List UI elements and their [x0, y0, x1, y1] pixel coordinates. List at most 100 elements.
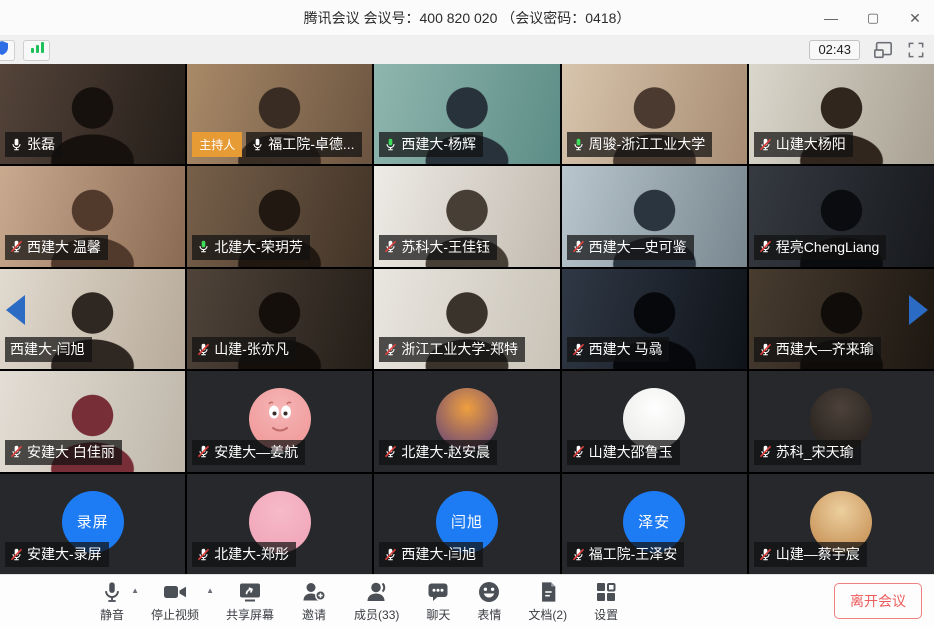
participant-name: 西建大-闫旭 [10, 339, 85, 359]
participant-name: 山建—蔡宇宸 [776, 544, 860, 564]
participant-name: 安建大-录屏 [27, 544, 102, 564]
status-bar: 02:43 [0, 36, 934, 64]
host-badge: 主持人 [192, 132, 242, 157]
mic-muted-icon [759, 138, 772, 151]
video-tile[interactable]: 安建大—姜航 [187, 371, 372, 471]
video-tile[interactable]: 山建大邵鲁玉 [562, 371, 747, 471]
video-tile[interactable]: 北建大-荣玥芳 [187, 166, 372, 266]
participant-name: 北建大-郑彤 [214, 544, 289, 564]
video-grid: 张磊 主持人福工院-卓德... 西建大-杨辉 周骏-浙江工业大学 山建大杨阳西建大 温馨… [0, 64, 934, 574]
mic-muted-icon [197, 548, 210, 561]
video-tile[interactable]: 山建-张亦凡 [187, 269, 372, 369]
video-tile[interactable]: 闫旭西建大-闫旭 [374, 474, 559, 574]
video-tile[interactable]: 程亮ChengLiang [749, 166, 934, 266]
camera-icon [162, 580, 188, 604]
participant-name-label: 西建大-杨辉 [379, 132, 483, 157]
maximize-button[interactable]: ▢ [864, 11, 882, 24]
mic-icon [251, 138, 264, 151]
mic-icon [572, 138, 585, 151]
video-tile[interactable]: 西建大-杨辉 [374, 64, 559, 164]
mic-icon [197, 240, 210, 253]
video-tile[interactable]: 安建大 白佳丽 [0, 371, 185, 471]
mic-icon [10, 138, 23, 151]
toolbar-item-label: 静音 [100, 606, 124, 623]
leave-meeting-button[interactable]: 离开会议 [834, 583, 922, 619]
video-tile[interactable]: 西建大-闫旭 [0, 269, 185, 369]
toolbar-item-microphone[interactable]: ▲静音 [100, 580, 124, 623]
next-page-arrow[interactable] [909, 295, 928, 325]
participant-name: 北建大-荣玥芳 [214, 237, 303, 257]
toolbar-item-label: 共享屏幕 [226, 606, 274, 623]
toolbar-item-label: 停止视频 [151, 606, 199, 623]
network-signal-icon [29, 41, 45, 59]
mic-muted-icon [759, 343, 772, 356]
participant-name-label: 北建大-赵安晨 [379, 440, 497, 465]
chevron-up-icon[interactable]: ▲ [131, 586, 139, 595]
mic-muted-icon [10, 240, 23, 253]
video-tile[interactable]: 苏科_宋天瑜 [749, 371, 934, 471]
shield-icon [0, 40, 10, 61]
mic-muted-icon [384, 240, 397, 253]
security-shield-button[interactable] [0, 40, 15, 61]
participant-name-label: 山建-张亦凡 [192, 337, 296, 362]
toolbar-item-document[interactable]: 文档(2) [528, 580, 567, 623]
participant-name: 程亮ChengLiang [776, 237, 880, 257]
participant-name: 西建大—史可鉴 [589, 237, 687, 257]
participant-name: 福工院-王泽安 [589, 544, 678, 564]
fullscreen-icon[interactable] [906, 40, 926, 60]
video-tile[interactable]: 泽安福工院-王泽安 [562, 474, 747, 574]
toolbar-item-label: 邀请 [302, 606, 326, 623]
video-tile[interactable]: 录屏安建大-录屏 [0, 474, 185, 574]
participant-name-label: 张磊 [5, 132, 62, 157]
participant-name: 西建大-闫旭 [401, 544, 476, 564]
emoji-icon [477, 580, 501, 604]
participant-name-label: 西建大 马骉 [567, 337, 670, 362]
video-tile[interactable]: 张磊 [0, 64, 185, 164]
participant-name: 浙江工业大学-郑特 [401, 339, 518, 359]
video-tile[interactable]: 西建大 温馨 [0, 166, 185, 266]
toolbar-item-emoji[interactable]: 表情 [477, 580, 501, 623]
prev-page-arrow[interactable] [6, 295, 25, 325]
participant-name: 安建大—姜航 [214, 442, 298, 462]
mic-muted-icon [572, 240, 585, 253]
bottom-toolbar: ▲静音▲停止视频共享屏幕邀请成员(33)聊天表情文档(2)设置 离开会议 [0, 574, 934, 627]
network-signal-button[interactable] [23, 40, 50, 61]
mic-muted-icon [197, 445, 210, 458]
participant-name: 周骏-浙江工业大学 [589, 134, 706, 154]
toolbar-item-camera[interactable]: ▲停止视频 [151, 580, 199, 623]
video-tile[interactable]: 西建大 马骉 [562, 269, 747, 369]
video-tile[interactable]: 周骏-浙江工业大学 [562, 64, 747, 164]
window-controls: — ▢ ✕ [822, 0, 924, 35]
video-tile[interactable]: 北建大-赵安晨 [374, 371, 559, 471]
video-tile[interactable]: 北建大-郑彤 [187, 474, 372, 574]
toolbar-item-chat[interactable]: 聊天 [426, 580, 450, 623]
video-tile[interactable]: 西建大—齐来瑜 [749, 269, 934, 369]
video-tile[interactable]: 山建大杨阳 [749, 64, 934, 164]
toolbar-item-share-screen[interactable]: 共享屏幕 [226, 580, 274, 623]
participant-name: 张磊 [27, 134, 55, 154]
video-tile[interactable]: 浙江工业大学-郑特 [374, 269, 559, 369]
toolbar-item-label: 成员(33) [354, 606, 399, 623]
minimize-button[interactable]: — [822, 11, 840, 25]
participant-name: 山建-张亦凡 [214, 339, 289, 359]
video-tile[interactable]: 西建大—史可鉴 [562, 166, 747, 266]
participant-name: 山建大杨阳 [776, 134, 846, 154]
close-button[interactable]: ✕ [906, 11, 924, 25]
participant-name-label: 北建大-荣玥芳 [192, 235, 310, 260]
participant-name-label: 山建大杨阳 [754, 132, 853, 157]
switch-layout-icon[interactable] [872, 40, 894, 60]
toolbar-item-invite[interactable]: 邀请 [301, 580, 327, 623]
mic-muted-icon [759, 240, 772, 253]
video-tile[interactable]: 主持人福工院-卓德... [187, 64, 372, 164]
toolbar-item-settings[interactable]: 设置 [594, 580, 618, 623]
participant-name-label: 苏科_宋天瑜 [754, 440, 861, 465]
toolbar-item-members[interactable]: 成员(33) [354, 580, 399, 623]
chevron-up-icon[interactable]: ▲ [206, 586, 214, 595]
participant-name: 苏科_宋天瑜 [776, 442, 854, 462]
video-tile[interactable]: 苏科大-王佳钰 [374, 166, 559, 266]
video-tile[interactable]: 山建—蔡宇宸 [749, 474, 934, 574]
window-title: 腾讯会议 会议号：400 820 020 （会议密码：0418） [304, 8, 631, 28]
participant-name-label: 福工院-王泽安 [567, 542, 685, 567]
mic-muted-icon [572, 343, 585, 356]
chat-icon [426, 580, 450, 604]
